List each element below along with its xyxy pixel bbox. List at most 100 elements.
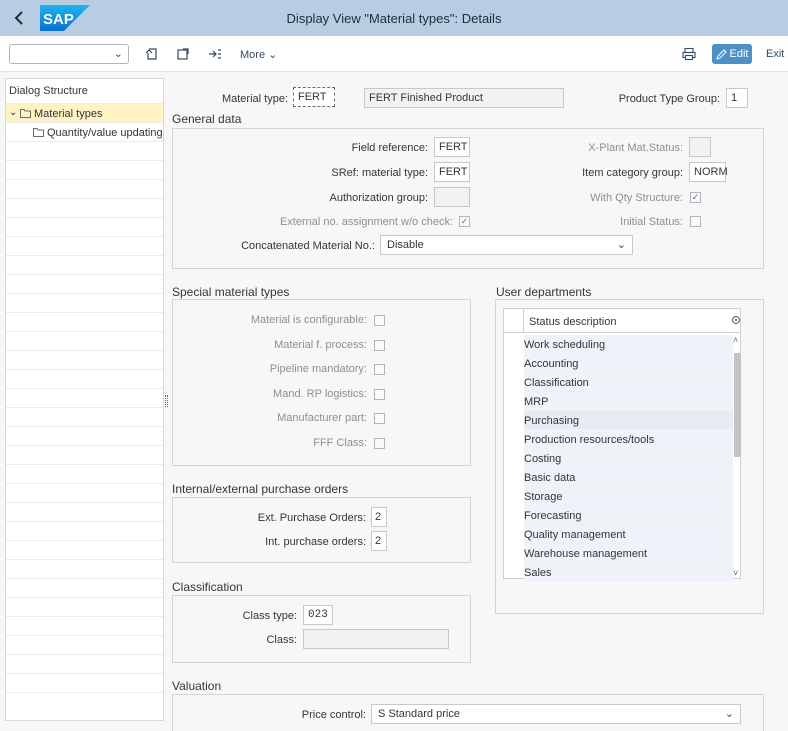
int-purchase-orders-field[interactable]: 2	[371, 531, 387, 551]
table-row[interactable]: Forecasting	[524, 506, 733, 525]
tree-empty-row	[6, 350, 163, 369]
chevron-down-icon: ⌄	[724, 708, 734, 720]
table-row[interactable]: Accounting	[524, 354, 733, 373]
tree-item-label: Quantity/value updating	[47, 127, 163, 139]
class-type-label: Class type:	[242, 610, 297, 622]
tree-empty-row	[6, 502, 163, 521]
edit-icon	[715, 48, 727, 60]
special-material-type-label: FFF Class:	[313, 436, 367, 449]
table-header: Status description	[504, 309, 741, 333]
tree-empty-row	[6, 559, 163, 578]
ext-purchase-orders-label: Ext. Purchase Orders:	[257, 512, 366, 524]
table-row[interactable]: Work scheduling	[524, 335, 733, 354]
settings-icon[interactable]	[731, 315, 741, 325]
special-material-type-label: Material is configurable:	[250, 314, 367, 326]
scroll-thumb[interactable]	[734, 353, 741, 457]
more-menu-button[interactable]: More ⌄	[240, 48, 277, 61]
panel-splitter[interactable]	[165, 395, 168, 407]
tree-empty-row	[6, 692, 163, 711]
ext-purchase-orders-field[interactable]: 2	[371, 507, 387, 527]
sref-material-type-field[interactable]: FERT	[434, 162, 470, 182]
field-reference-label: Field reference:	[351, 142, 428, 154]
external-no-assignment-checkbox[interactable]: ✓	[459, 216, 470, 227]
initial-status-checkbox[interactable]	[690, 216, 701, 227]
user-departments-title: User departments	[496, 285, 592, 299]
chevron-down-icon: ⌄	[268, 49, 278, 61]
tree-empty-row	[6, 217, 163, 236]
scroll-down-icon[interactable]: ˅	[733, 568, 738, 578]
user-departments-rows: Work scheduling Accounting Classification M…	[524, 335, 733, 582]
table-row[interactable]: Quality management	[524, 525, 733, 544]
edit-button[interactable]: Edit	[712, 44, 752, 64]
expand-chevron-icon[interactable]: ⌄	[9, 107, 17, 118]
special-material-type-checkbox[interactable]	[374, 388, 385, 400]
export-icon[interactable]	[174, 45, 192, 63]
table-row[interactable]: Storage	[524, 487, 733, 506]
tree-empty-row	[6, 331, 163, 350]
price-control-label: Price control:	[301, 709, 366, 721]
tree-empty-row	[6, 521, 163, 540]
table-row[interactable]: Warehouse management	[524, 544, 733, 563]
special-material-type-checkbox[interactable]	[374, 339, 385, 351]
external-no-assignment-label: External no. assignment w/o check:	[279, 216, 453, 228]
table-row[interactable]: Purchasing	[524, 411, 733, 430]
table-row[interactable]: Basic data	[524, 468, 733, 487]
x-plant-mat-status-field[interactable]	[689, 137, 711, 157]
vertical-scrollbar[interactable]: ˄ ˅	[733, 335, 741, 578]
toolbar: ⌄ More ⌄	[0, 36, 788, 72]
class-type-field[interactable]: 023	[303, 605, 333, 625]
folder-open-icon	[20, 109, 31, 118]
product-type-group-field[interactable]: 1	[726, 88, 748, 108]
table-row[interactable]: Production resources/tools	[524, 430, 733, 449]
tree-empty-row	[6, 274, 163, 293]
tree-empty-row	[6, 540, 163, 559]
tree-empty-row	[6, 179, 163, 198]
tree-empty-row	[6, 293, 163, 312]
tree-empty-row	[6, 369, 163, 388]
item-category-group-field[interactable]: NORM	[689, 162, 728, 182]
tree-empty-row	[6, 464, 163, 483]
purchase-orders-title: Internal/external purchase orders	[172, 482, 349, 496]
command-field-select[interactable]: ⌄	[9, 44, 129, 64]
table-row[interactable]: Sales	[524, 563, 733, 582]
tree-empty-row	[6, 616, 163, 635]
price-control-value: S Standard price	[378, 708, 460, 720]
class-field[interactable]	[303, 629, 449, 649]
material-type-field[interactable]: FERT	[293, 87, 335, 107]
save-icon[interactable]	[143, 45, 161, 63]
table-row[interactable]: Costing	[524, 449, 733, 468]
column-header-status-description[interactable]: Status description	[529, 316, 616, 328]
print-icon[interactable]	[680, 45, 698, 63]
authorization-group-field[interactable]	[434, 187, 470, 207]
column-divider	[523, 309, 524, 333]
special-material-type-label: Pipeline mandatory:	[269, 363, 367, 375]
purchase-orders-box	[172, 497, 471, 563]
table-row[interactable]: Classification	[524, 373, 733, 392]
special-material-type-checkbox[interactable]	[374, 364, 385, 375]
tree-item-material-types[interactable]: ⌄ Material types	[6, 103, 163, 122]
tree-item-quantity-value-updating[interactable]: Quantity/value updating	[6, 122, 163, 141]
classification-title: Classification	[172, 580, 243, 594]
x-plant-mat-status-label: X-Plant Mat.Status:	[588, 142, 683, 154]
goto-icon[interactable]	[206, 45, 224, 63]
special-material-type-label: Material f. process:	[274, 338, 367, 351]
exit-button[interactable]: Exit	[766, 48, 784, 60]
dialog-structure-title: Dialog Structure	[9, 85, 88, 97]
sref-material-type-label: SRef: material type:	[331, 167, 428, 179]
special-material-type-checkbox[interactable]	[374, 413, 385, 424]
authorization-group-label: Authorization group:	[329, 192, 428, 204]
scroll-up-icon[interactable]: ˄	[733, 335, 738, 345]
special-material-type-label: Manufacturer part:	[277, 412, 367, 424]
with-qty-structure-checkbox[interactable]: ✓	[690, 192, 701, 203]
tree-empty-row	[6, 160, 163, 179]
user-departments-table: Status description Work scheduling Accoun…	[503, 308, 741, 582]
special-material-type-checkbox[interactable]	[374, 437, 385, 449]
concatenated-material-no-dropdown[interactable]: Disable ⌄	[380, 235, 633, 255]
table-row[interactable]: MRP	[524, 392, 733, 411]
initial-status-label: Initial Status:	[620, 216, 683, 228]
chevron-down-icon: ⌄	[616, 239, 626, 251]
price-control-dropdown[interactable]: S Standard price ⌄	[371, 704, 741, 724]
field-reference-field[interactable]: FERT	[434, 137, 470, 157]
class-label: Class:	[266, 634, 297, 646]
special-material-type-checkbox[interactable]	[374, 315, 385, 326]
